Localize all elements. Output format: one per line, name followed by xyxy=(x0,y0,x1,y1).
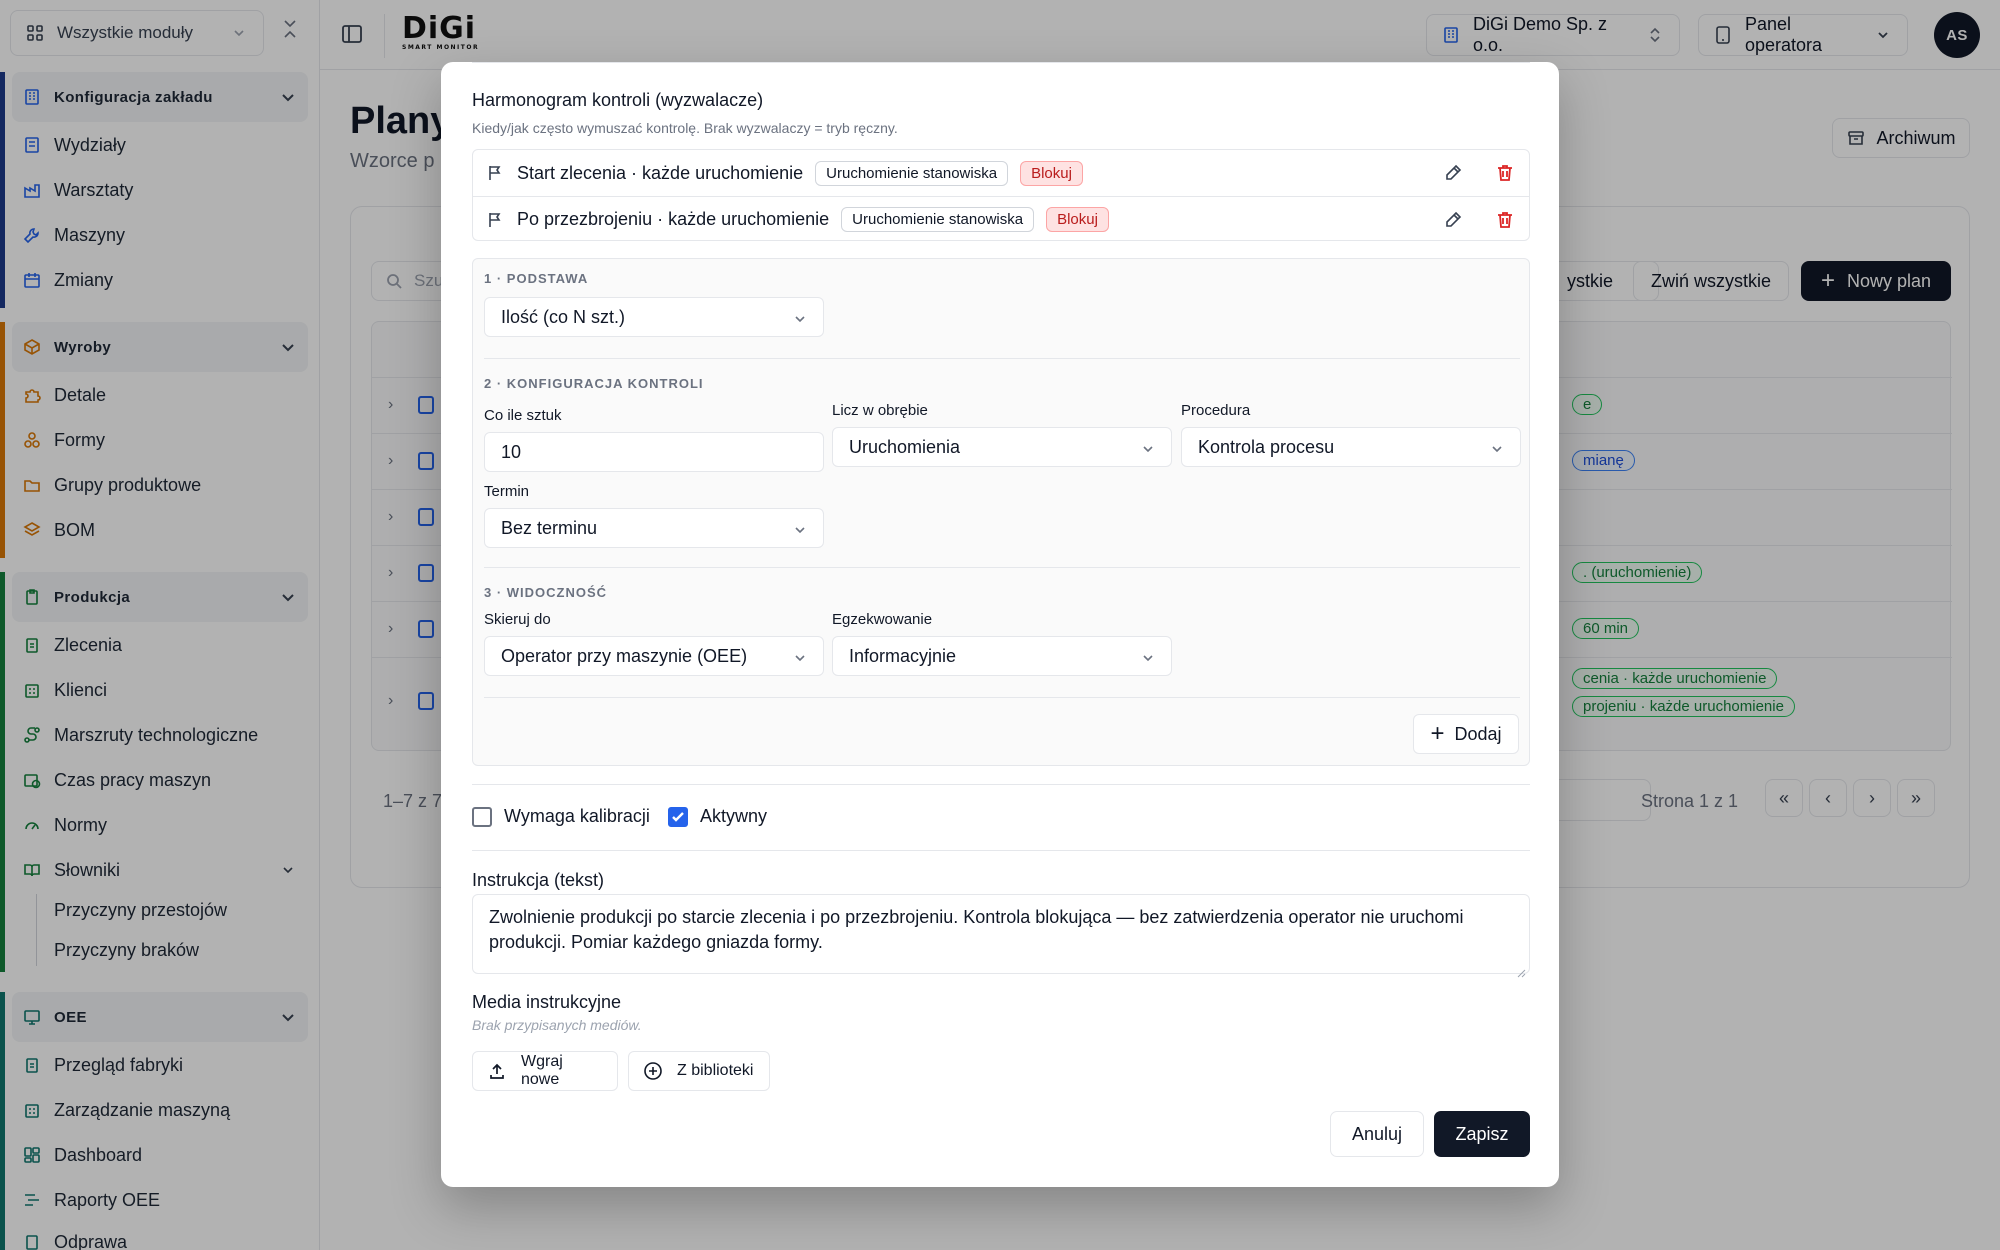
trigger-row: Po przezbrojeniu · każde uruchomienie Ur… xyxy=(473,196,1529,242)
plus-circle-icon xyxy=(643,1061,663,1081)
from-library-button[interactable]: Z biblioteki xyxy=(628,1051,770,1091)
editor-divider xyxy=(484,567,1520,568)
enforcement-label: Egzekwowanie xyxy=(832,611,933,628)
add-trigger-button[interactable]: + Dodaj xyxy=(1413,714,1519,754)
calibration-checkbox[interactable]: Wymaga kalibracji xyxy=(472,806,650,827)
flag-icon xyxy=(485,163,505,183)
every-n-label: Co ile sztuk xyxy=(484,407,562,424)
edit-icon[interactable] xyxy=(1441,161,1465,185)
trigger-editor: 1 · PODSTAWA Ilość (co N szt.) 2 · KONFI… xyxy=(472,258,1530,766)
count-in-label: Licz w obrębie xyxy=(832,402,928,419)
instruction-label: Instrukcja (tekst) xyxy=(472,870,605,890)
add-trigger-label: Dodaj xyxy=(1454,723,1502,744)
media-label: Media instrukcyjne xyxy=(472,992,622,1012)
resize-handle-icon[interactable] xyxy=(1516,960,1526,978)
trigger-label: Start zlecenia · każde uruchomienie xyxy=(517,162,804,183)
target-label: Skieruj do xyxy=(484,611,551,628)
dialog-top-divider xyxy=(472,62,1530,63)
every-n-input[interactable]: 10 xyxy=(484,432,824,472)
checkbox-box[interactable] xyxy=(668,806,688,827)
upload-icon xyxy=(487,1061,507,1081)
cancel-button[interactable]: Anuluj xyxy=(1330,1111,1424,1157)
deadline-select[interactable]: Bez terminu xyxy=(484,508,824,548)
chevron-down-icon xyxy=(793,310,807,324)
step-config-title: 2 · KONFIGURACJA KONTROLI xyxy=(484,376,704,391)
procedure-label: Procedura xyxy=(1181,402,1251,419)
instruction-textarea[interactable]: Zwolnienie produkcji po starcie zlecenia… xyxy=(472,894,1530,978)
instruction-text: Zwolnienie produkcji po starcie zlecenia… xyxy=(489,907,1464,952)
control-plan-dialog: Harmonogram kontroli (wyzwalacze) Kiedy/… xyxy=(441,62,1559,1187)
library-label: Z biblioteki xyxy=(677,1062,754,1079)
basis-value: Ilość (co N szt.) xyxy=(501,306,626,327)
trigger-list: Start zlecenia · każde uruchomienie Uruc… xyxy=(472,149,1530,241)
step-visibility-title: 3 · WIDOCZNOŚĆ xyxy=(484,585,608,600)
trigger-block-badge: Blokuj xyxy=(1046,207,1109,232)
every-n-value: 10 xyxy=(501,441,522,462)
trigger-label: Po przezbrojeniu · każde uruchomienie xyxy=(517,209,830,229)
chevron-down-icon xyxy=(793,521,807,535)
plus-icon: + xyxy=(1430,720,1445,747)
media-empty-text: Brak przypisanych mediów. xyxy=(472,1017,642,1033)
deadline-value: Bez terminu xyxy=(501,517,598,538)
target-select[interactable]: Operator przy maszynie (OEE) xyxy=(484,636,824,676)
active-label: Aktywny xyxy=(700,806,768,826)
upload-new-button[interactable]: Wgraj nowe xyxy=(472,1051,618,1091)
procedure-value: Kontrola procesu xyxy=(1198,436,1335,457)
enforcement-value: Informacyjnie xyxy=(849,645,957,666)
calibration-label: Wymaga kalibracji xyxy=(504,806,650,826)
save-button[interactable]: Zapisz xyxy=(1434,1111,1530,1157)
edit-icon[interactable] xyxy=(1441,208,1465,232)
trigger-block-badge: Blokuj xyxy=(1020,160,1083,186)
section-divider xyxy=(472,784,1530,785)
trigger-event-badge: Uruchomienie stanowiska xyxy=(815,160,1009,186)
editor-divider xyxy=(484,697,1520,698)
count-in-select[interactable]: Uruchomienia xyxy=(832,427,1172,467)
chevron-down-icon xyxy=(793,649,807,663)
enforcement-select[interactable]: Informacyjnie xyxy=(832,636,1172,676)
step-basis-title: 1 · PODSTAWA xyxy=(484,271,589,286)
chevron-down-icon xyxy=(1141,649,1155,663)
check-icon xyxy=(672,811,684,822)
editor-divider xyxy=(484,358,1520,359)
chevron-down-icon xyxy=(1141,440,1155,454)
procedure-select[interactable]: Kontrola procesu xyxy=(1181,427,1521,467)
schedule-description: Kiedy/jak często wymuszać kontrolę. Brak… xyxy=(472,120,898,136)
flag-icon xyxy=(485,210,505,230)
upload-label: Wgraj nowe xyxy=(521,1053,563,1088)
trigger-event-badge: Uruchomienie stanowiska xyxy=(841,207,1035,232)
deadline-label: Termin xyxy=(484,483,530,500)
active-checkbox[interactable]: Aktywny xyxy=(668,806,767,827)
schedule-title: Harmonogram kontroli (wyzwalacze) xyxy=(472,90,764,110)
section-divider xyxy=(472,850,1530,851)
chevron-down-icon xyxy=(1490,440,1504,454)
basis-select[interactable]: Ilość (co N szt.) xyxy=(484,297,824,337)
trash-icon[interactable] xyxy=(1493,208,1517,232)
target-value: Operator przy maszynie (OEE) xyxy=(501,645,748,666)
trash-icon[interactable] xyxy=(1493,161,1517,185)
checkbox-box[interactable] xyxy=(472,806,492,827)
trigger-row: Start zlecenia · każde uruchomienie Uruc… xyxy=(473,150,1529,196)
count-in-value: Uruchomienia xyxy=(849,436,961,457)
